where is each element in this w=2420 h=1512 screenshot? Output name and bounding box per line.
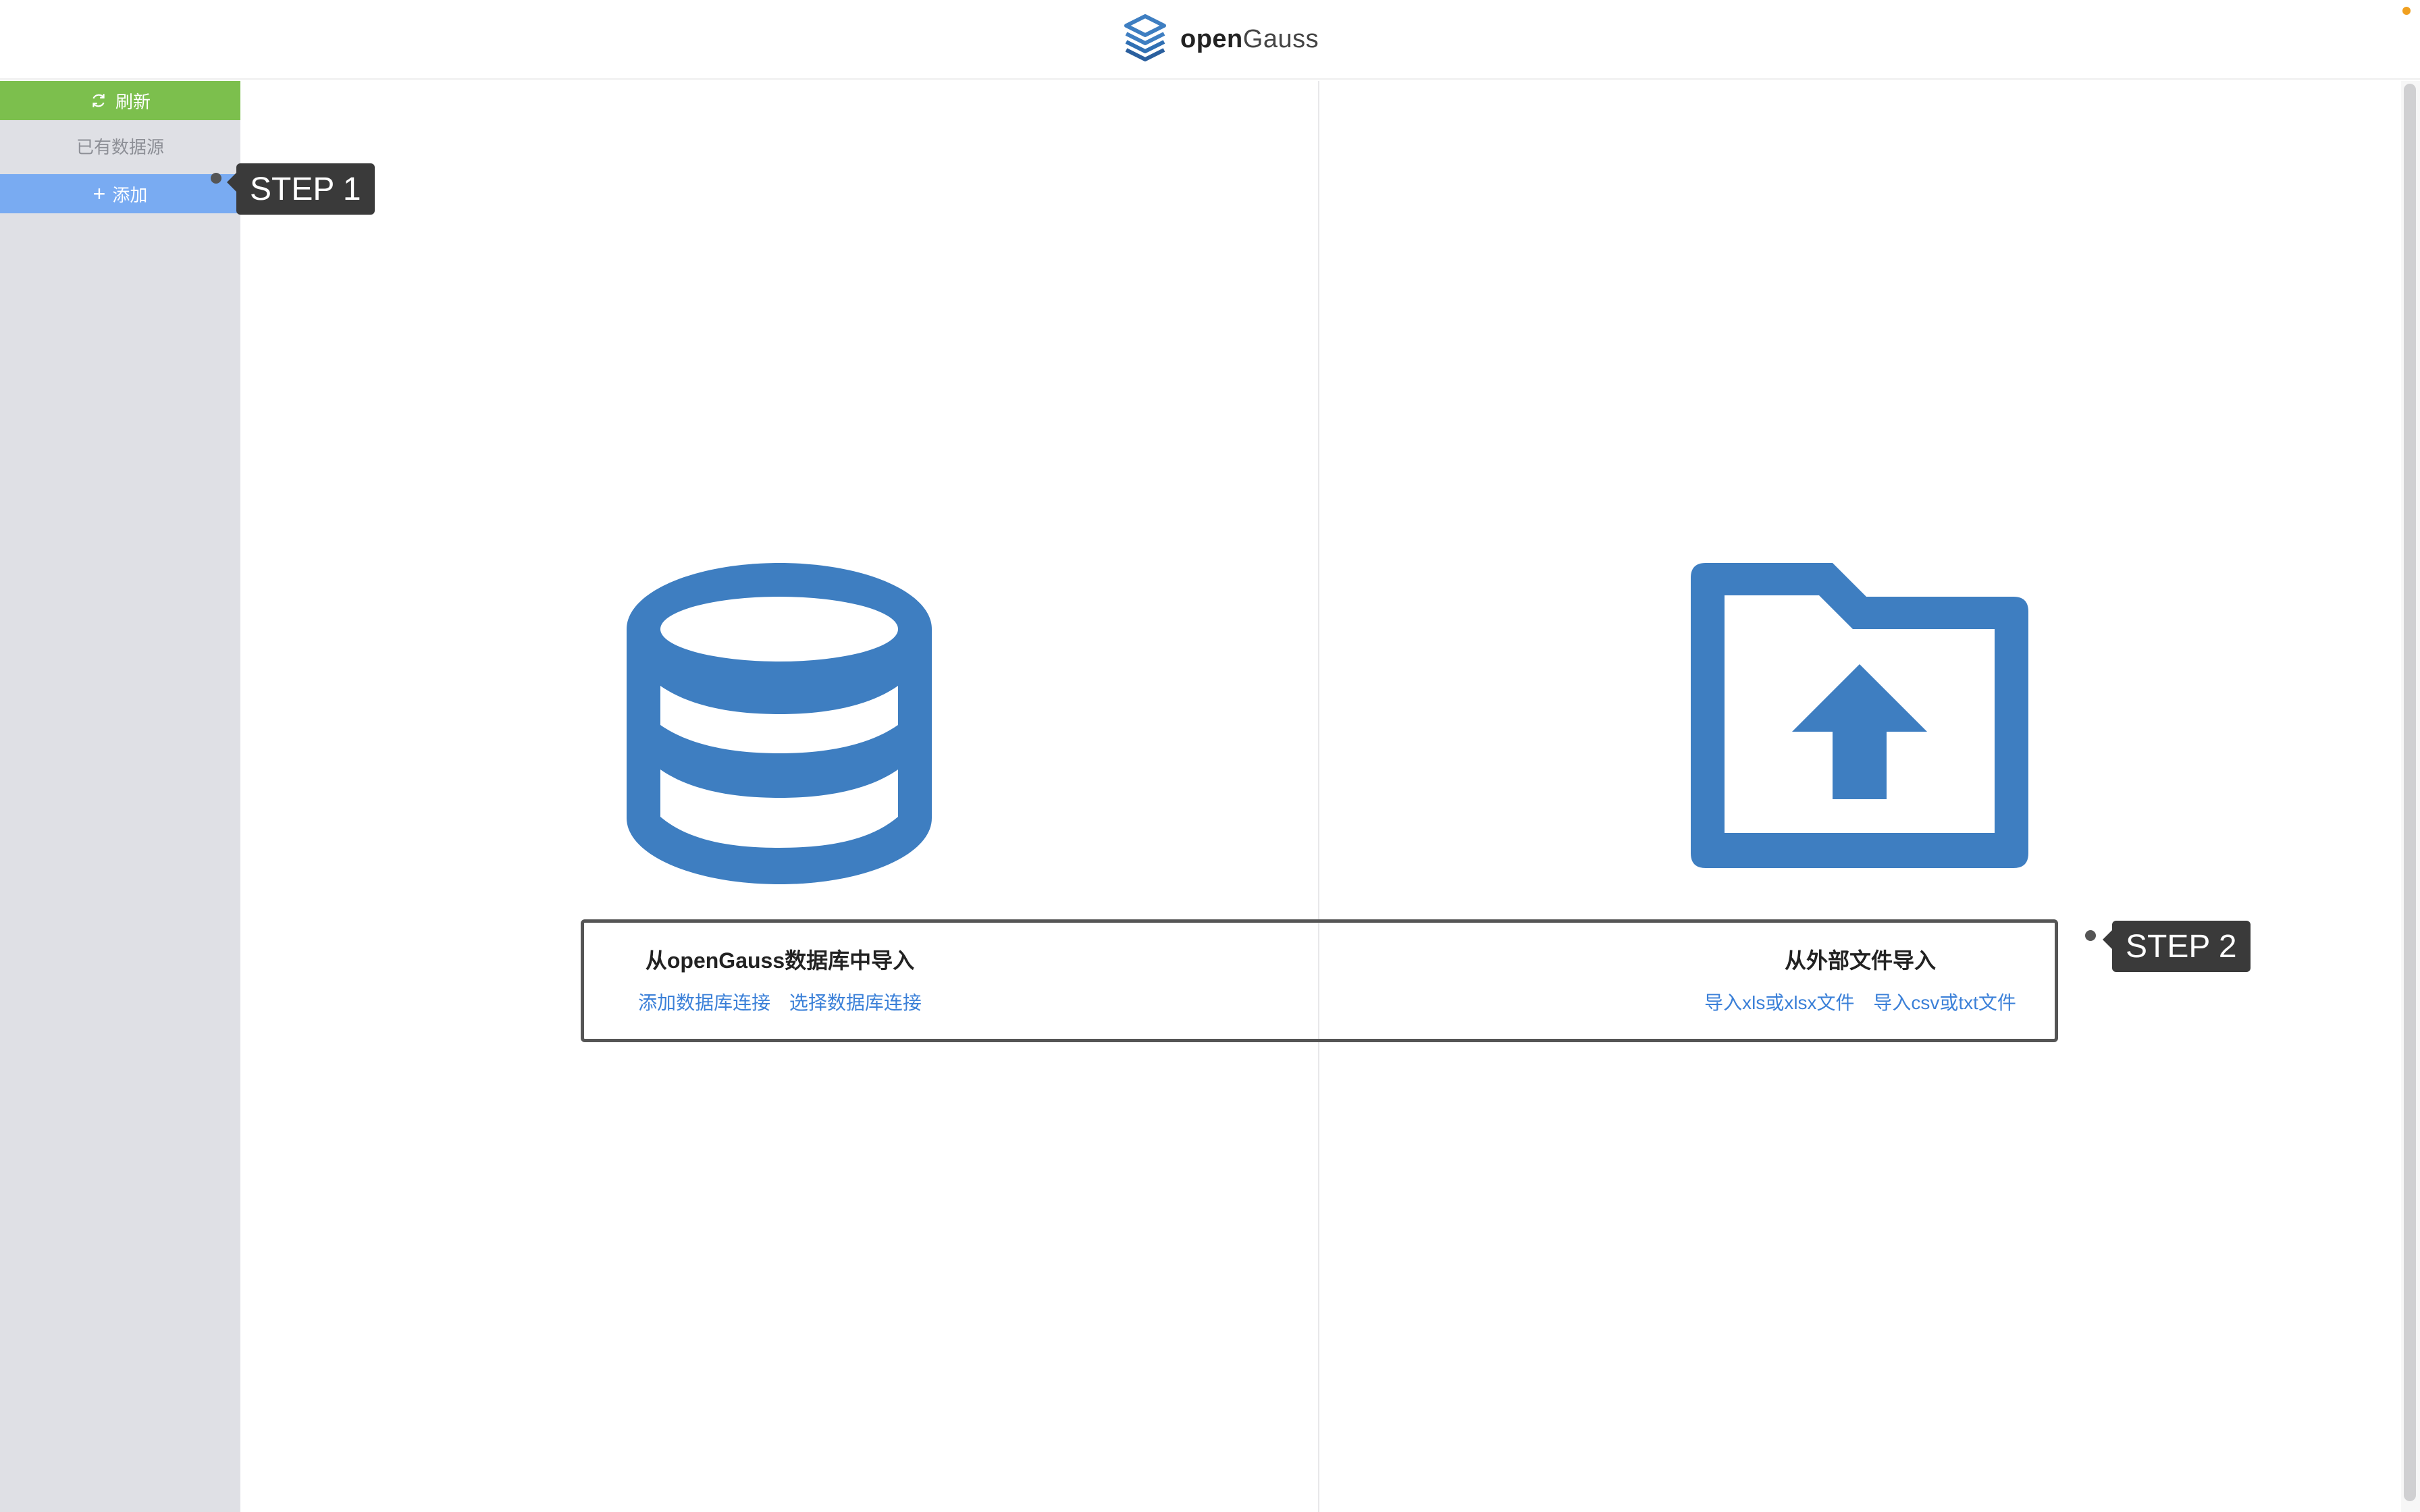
refresh-label: 刷新 — [115, 91, 151, 112]
step2-indicator-dot — [2085, 930, 2096, 941]
step2-label: STEP 2 — [2126, 928, 2237, 965]
brand-name-open: open — [1180, 24, 1243, 53]
refresh-button[interactable]: 刷新 — [0, 81, 240, 120]
app-header: openGauss — [0, 0, 2420, 80]
existing-datasources-heading: 已有数据源 — [76, 136, 164, 157]
folder-upload-icon[interactable] — [1691, 563, 2028, 868]
refresh-icon — [93, 94, 105, 107]
opengauss-layers-icon — [1124, 14, 1166, 61]
brand-name: openGauss — [1180, 25, 1319, 54]
add-datasource-button[interactable]: + 添加 — [0, 174, 240, 213]
step2-tooltip: STEP 2 — [2103, 921, 2251, 972]
main-content — [240, 81, 2401, 1512]
scrollbar-thumb[interactable] — [2404, 84, 2416, 1501]
brand-name-gauss: Gauss — [1242, 24, 1319, 53]
sidebar: 刷新 已有数据源 + 添加 — [0, 81, 240, 1512]
step2-highlight-box — [581, 919, 2058, 1042]
notification-dot — [2402, 7, 2411, 15]
database-icon[interactable] — [627, 563, 932, 884]
step1-label: STEP 1 — [250, 171, 361, 207]
brand-logo[interactable]: openGauss — [1121, 12, 1319, 66]
plus-icon: + — [93, 182, 106, 206]
panel-divider — [1318, 81, 1319, 1512]
add-label: 添加 — [112, 184, 148, 205]
step1-tooltip: STEP 1 — [227, 163, 375, 215]
step1-indicator-dot — [211, 173, 221, 184]
